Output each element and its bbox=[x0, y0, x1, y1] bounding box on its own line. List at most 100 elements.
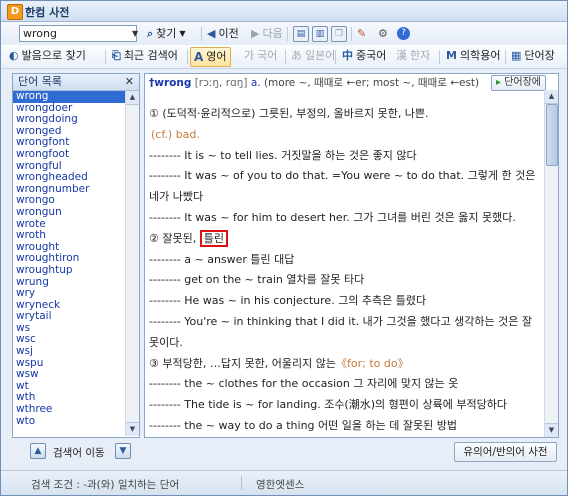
divider bbox=[335, 50, 336, 64]
tab-recent-searches[interactable]: ⎗ 최근 검색어 bbox=[109, 47, 181, 65]
word-list-item[interactable]: wto bbox=[13, 415, 125, 428]
highlighted-word: 틀린 bbox=[199, 229, 228, 247]
divider bbox=[351, 27, 352, 41]
move-up-button[interactable]: ▲ bbox=[30, 443, 46, 459]
add-to-vocabulary-label: 단어장에 bbox=[504, 77, 542, 88]
word-list-item[interactable]: wrongfoot bbox=[13, 148, 125, 161]
search-input[interactable]: wrong bbox=[19, 25, 137, 42]
tab-korean[interactable]: 가 국어 bbox=[241, 47, 280, 65]
tab-label: 의학용어 bbox=[459, 49, 501, 62]
divider bbox=[287, 27, 288, 41]
entry-line: -------- He was ~ in his conjecture. 그의 … bbox=[149, 291, 541, 312]
entry-text: -------- The tide is ~ for landing. 조수(潮… bbox=[149, 398, 507, 412]
entry-line: -------- the ~ clothes for the occasion … bbox=[149, 374, 541, 395]
chevron-down-icon: ▼ bbox=[179, 29, 186, 38]
copy-icon: ❐ bbox=[331, 25, 347, 42]
tab-pronunciation-search[interactable]: ◐ 발음으로 찾기 bbox=[6, 47, 89, 65]
divider bbox=[187, 50, 188, 64]
pen-button[interactable]: ✎ bbox=[357, 25, 366, 42]
close-icon[interactable]: ✕ bbox=[125, 74, 134, 90]
scroll-thumb[interactable] bbox=[546, 104, 558, 166]
scroll-down-icon[interactable]: ▼ bbox=[126, 422, 139, 436]
entry-text: -------- get on the ~ train 열차를 잘못 타다 bbox=[149, 273, 365, 287]
tab-japanese[interactable]: あ 일본어 bbox=[288, 47, 338, 65]
dictionary-source: 영한엣센스 bbox=[256, 479, 305, 491]
word-list-item[interactable]: wry bbox=[13, 287, 125, 300]
word-list-item[interactable]: wroughtup bbox=[13, 264, 125, 277]
word-list-item[interactable]: wsw bbox=[13, 369, 125, 381]
word-list-item[interactable]: wsj bbox=[13, 345, 125, 358]
settings-button[interactable]: ⚙ bbox=[378, 25, 388, 42]
word-list: wrong wrongdoer wrongdoing wronged wrongfont… bbox=[13, 91, 125, 436]
entry-line: ① (도덕적·윤리적으로) 그릇된, 부정의, 올바르지 못한, 나쁜. bbox=[149, 104, 541, 125]
arrow-right-icon: ▶ bbox=[251, 27, 260, 40]
entry-text: -------- It is ~ to tell lies. 거짓말을 하는 것… bbox=[149, 148, 417, 162]
help-button[interactable]: ? bbox=[397, 25, 410, 42]
divider bbox=[241, 476, 242, 490]
entry-line: ③ 부적당한, …답지 못한, 어울리지 않는《for; to do》 bbox=[149, 354, 541, 375]
word-list-scrollbar[interactable]: ▲ ▼ bbox=[125, 91, 139, 436]
tab-label: 한자 bbox=[410, 49, 431, 62]
view-split-button[interactable]: ▥ bbox=[312, 25, 328, 42]
layout-split-icon: ▥ bbox=[312, 25, 328, 42]
binoculars-icon: ⌕ bbox=[147, 27, 154, 40]
entry-text: ① (도덕적·윤리적으로) 그릇된, 부정의, 올바르지 못한, 나쁜. bbox=[149, 107, 429, 120]
english-icon: A bbox=[194, 50, 204, 64]
recent-icon: ⎗ bbox=[112, 49, 121, 62]
entry-scrollbar[interactable]: ▲ ▼ bbox=[544, 90, 558, 437]
entry-line: -------- It was ~ for him to desert her.… bbox=[149, 208, 541, 229]
gear-icon: ⚙ bbox=[378, 27, 388, 40]
view-single-button[interactable]: ▤ bbox=[293, 25, 309, 42]
title-bar: D 한컴 사전 bbox=[1, 1, 567, 22]
prev-button[interactable]: ◀ 이전 bbox=[207, 25, 239, 42]
dictionary-window: D 한컴 사전 wrong ▼ ⌕ 찾기 ▼ ◀ 이전 ▶ 다음 ▤ ▥ ❐ ✎… bbox=[0, 0, 568, 496]
tab-chinese[interactable]: 中 중국어 bbox=[339, 47, 389, 65]
add-to-vocabulary-button[interactable]: ▸ 단어장에 bbox=[491, 75, 546, 91]
tab-medical-terms[interactable]: M 의학용어 bbox=[443, 47, 503, 65]
prev-label: 이전 bbox=[218, 27, 239, 40]
entry-text: ② 잘못된, bbox=[149, 231, 200, 245]
entry-line: -------- get on the ~ train 열차를 잘못 타다 bbox=[149, 270, 541, 291]
dictionary-tabs: ◐ 발음으로 찾기 ⎗ 최근 검색어 A 영어 가 국어 あ 일본어 中 중국어… bbox=[1, 45, 567, 69]
entry-text: -------- It was ~ for him to desert her.… bbox=[149, 210, 516, 224]
divider bbox=[105, 50, 106, 64]
scroll-up-icon[interactable]: ▲ bbox=[126, 91, 139, 105]
chevron-down-icon[interactable]: ▼ bbox=[132, 25, 141, 42]
word-list-item[interactable]: wthree bbox=[13, 403, 125, 416]
scroll-down-icon[interactable]: ▼ bbox=[545, 423, 558, 437]
search-move-label: 검색어 이동 bbox=[53, 447, 105, 459]
search-condition: 검색 조건 : -과(와) 일치하는 단어 bbox=[31, 479, 180, 491]
entry-line: -------- It is ~ to tell lies. 거짓말을 하는 것… bbox=[149, 146, 541, 167]
copy-button[interactable]: ❐ bbox=[331, 25, 347, 42]
korean-icon: 가 bbox=[244, 49, 255, 62]
hanja-icon: 漢 bbox=[396, 49, 407, 62]
medical-icon: M bbox=[446, 49, 457, 62]
move-down-button[interactable]: ▼ bbox=[115, 443, 131, 459]
tab-english[interactable]: A 영어 bbox=[190, 47, 231, 67]
find-button[interactable]: ⌕ 찾기 ▼ bbox=[147, 25, 186, 42]
cf-reference: (cf.) bad. bbox=[151, 127, 200, 141]
word-list-title: 단어 목록 bbox=[18, 75, 62, 88]
tab-label: 최근 검색어 bbox=[123, 49, 178, 62]
next-button[interactable]: ▶ 다음 bbox=[251, 25, 283, 42]
entry-body: ① (도덕적·윤리적으로) 그릇된, 부정의, 올바르지 못한, 나쁜. (cf.… bbox=[149, 104, 541, 437]
status-bar: 검색 조건 : -과(와) 일치하는 단어 영한엣센스 bbox=[1, 470, 567, 495]
synonym-dictionary-button[interactable]: 유의어/반의어 사전 bbox=[454, 442, 557, 462]
tab-hanja[interactable]: 漢 한자 bbox=[393, 47, 433, 65]
pen-icon: ✎ bbox=[357, 27, 367, 40]
word-list-item[interactable]: wrongun bbox=[13, 206, 125, 219]
word-list-item[interactable]: wroth bbox=[13, 230, 125, 242]
layout-icon: ▤ bbox=[293, 25, 309, 42]
word-list-item[interactable]: wrongheaded bbox=[13, 172, 125, 184]
find-label: 찾기 bbox=[156, 27, 177, 40]
divider bbox=[505, 50, 506, 64]
app-icon: D bbox=[7, 4, 23, 20]
chinese-icon: 中 bbox=[342, 49, 353, 62]
divider bbox=[285, 50, 286, 64]
word-list-item[interactable]: wrong bbox=[13, 91, 125, 103]
tab-label: 국어 bbox=[257, 49, 278, 62]
scroll-up-icon[interactable]: ▲ bbox=[545, 90, 558, 104]
next-label: 다음 bbox=[262, 27, 283, 40]
entry-line: (cf.) bad. bbox=[149, 125, 541, 146]
tab-vocabulary-book[interactable]: ▦ 단어장 bbox=[508, 47, 558, 65]
